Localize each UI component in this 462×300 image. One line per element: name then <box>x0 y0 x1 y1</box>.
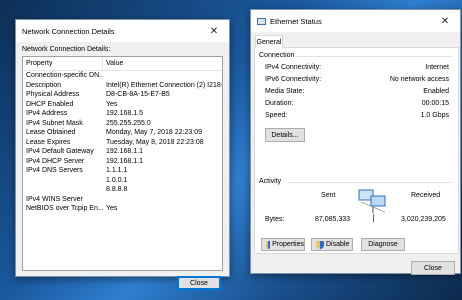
value-cell: Yes <box>106 100 118 108</box>
value-cell: Yes <box>106 205 118 212</box>
value-cell: 192.168.1.5 <box>106 110 143 117</box>
property-cell: IPv4 DNS Servers <box>26 167 83 174</box>
activity-section-title: Activity <box>259 178 282 185</box>
table-row[interactable]: Physical Address D8-CB-8A-15-E7-B5 <box>23 90 222 100</box>
value-cell: Monday, May 7, 2018 22:23:09 <box>106 129 202 136</box>
received-label: Received <box>411 192 441 199</box>
property-cell: Lease Expires <box>26 138 71 146</box>
table-row[interactable]: 8.8.8.8 <box>23 185 222 195</box>
property-cell: IPv4 Address <box>26 110 68 117</box>
ethernet-status-window: Ethernet Status ✕ General Connection IPv… <box>250 9 461 275</box>
property-cell: IPv4 WINS Server <box>26 195 83 203</box>
property-cell: Connection-specific DN... <box>26 72 103 79</box>
close-button[interactable]: Close <box>177 276 221 290</box>
speed-label: Speed: <box>265 112 288 119</box>
table-row[interactable]: 1.0.0.1 <box>23 176 222 186</box>
details-button[interactable]: Details... <box>265 128 305 142</box>
ipv4-connectivity-value: Internet <box>425 64 449 71</box>
ipv4-connectivity-row: IPv4 Connectivity: Internet <box>265 64 449 74</box>
properties-button-label: Properties <box>272 241 304 248</box>
value-cell: 1.1.1.1 <box>106 167 128 174</box>
table-row[interactable]: Lease Expires Tuesday, May 8, 2018 22:23:… <box>23 138 222 148</box>
duration-row: Duration: 00:00:15 <box>265 100 449 110</box>
table-row[interactable]: IPv4 Subnet Mask 255.255.255.0 <box>23 119 222 129</box>
table-row[interactable]: IPv4 WINS Server <box>23 195 222 205</box>
bytes-received-value: 3,020,239,205 <box>401 216 446 223</box>
network-connection-details-window: Network Connection Details ✕ Network Con… <box>15 19 230 290</box>
tab-general[interactable]: General <box>255 35 283 48</box>
property-cell: IPv4 Default Gateway <box>26 148 94 155</box>
table-row[interactable]: Lease Obtained Monday, May 7, 2018 22:23:… <box>23 128 222 138</box>
value-cell: 192.168.1.1 <box>106 157 143 165</box>
column-header-value[interactable]: Value <box>103 57 123 70</box>
ncd-title: Network Connection Details <box>22 26 115 36</box>
ncd-titlebar[interactable]: Network Connection Details ✕ <box>16 20 229 42</box>
bytes-sent-value: 87,085,333 <box>315 216 351 223</box>
details-list[interactable]: Property Value Connection-specific DN...… <box>22 56 223 271</box>
media-state-row: Media State: Enabled <box>265 88 449 98</box>
property-cell: NetBIOS over Tcpip En... <box>26 205 103 212</box>
value-cell <box>103 71 222 81</box>
media-state-value: Enabled <box>423 88 449 95</box>
media-state-label: Media State: <box>265 88 305 95</box>
shield-icon <box>266 240 271 249</box>
property-cell <box>23 185 103 195</box>
value-cell: Tuesday, May 8, 2018 22:23:08 <box>106 138 204 146</box>
property-cell: Lease Obtained <box>26 129 76 136</box>
divider <box>288 182 452 183</box>
close-icon[interactable]: ✕ <box>199 20 229 42</box>
table-row[interactable]: IPv4 DNS Servers 1.1.1.1 <box>23 166 222 176</box>
table-row[interactable]: IPv4 Default Gateway 192.168.1.1 <box>23 147 222 157</box>
table-row[interactable]: Description Intel(R) Ethernet Connection … <box>23 81 222 91</box>
property-cell <box>23 176 103 186</box>
connection-section-title: Connection <box>259 52 295 59</box>
speed-value: 1.0 Gbps <box>420 112 449 119</box>
properties-button[interactable]: Properties <box>261 238 305 251</box>
general-panel: Connection IPv4 Connectivity: Internet I… <box>254 47 459 254</box>
value-cell: 255.255.255.0 <box>106 119 151 127</box>
value-cell: 192.168.1.1 <box>106 148 143 155</box>
property-cell: Description <box>26 81 62 89</box>
bytes-label: Bytes: <box>265 216 285 223</box>
value-cell: Intel(R) Ethernet Connection (2) I218-V <box>106 81 222 89</box>
table-row[interactable]: IPv4 DHCP Server 192.168.1.1 <box>23 157 222 167</box>
value-cell: 1.0.0.1 <box>106 176 128 184</box>
disable-button[interactable]: Disable <box>311 238 353 251</box>
diagnose-button[interactable]: Diagnose <box>361 238 405 251</box>
close-icon[interactable]: ✕ <box>430 10 460 32</box>
divider <box>373 214 374 222</box>
disable-button-label: Disable <box>326 241 350 248</box>
value-cell <box>103 195 222 205</box>
ipv4-connectivity-label: IPv4 Connectivity: <box>265 64 322 71</box>
speed-row: Speed: 1.0 Gbps <box>265 112 449 122</box>
sent-label: Sent <box>321 192 336 199</box>
property-cell: IPv4 Subnet Mask <box>26 119 83 127</box>
duration-value: 00:00:15 <box>421 100 449 107</box>
close-button[interactable]: Close <box>411 261 455 275</box>
column-header-property[interactable]: Property <box>23 57 103 70</box>
ipv6-connectivity-row: IPv6 Connectivity: No network access <box>265 76 449 86</box>
property-cell: Physical Address <box>26 91 80 98</box>
value-cell: 8.8.8.8 <box>106 186 128 193</box>
list-header: Property Value <box>23 57 222 71</box>
shield-icon <box>316 240 324 249</box>
value-cell: D8-CB-8A-15-E7-B5 <box>106 91 170 98</box>
property-cell: DHCP Enabled <box>26 100 74 108</box>
eth-title: Ethernet Status <box>270 16 322 26</box>
table-row[interactable]: DHCP Enabled Yes <box>23 100 222 110</box>
ipv6-connectivity-label: IPv6 Connectivity: <box>265 76 322 83</box>
divider <box>295 56 452 57</box>
network-activity-icon <box>355 188 391 214</box>
network-adapter-icon <box>257 17 266 25</box>
ipv6-connectivity-value: No network access <box>389 76 449 83</box>
details-label: Network Connection Details: <box>22 46 111 53</box>
duration-label: Duration: <box>265 100 294 107</box>
table-row[interactable]: Connection-specific DN... <box>23 71 222 81</box>
table-row[interactable]: NetBIOS over Tcpip En... Yes <box>23 204 222 214</box>
property-cell: IPv4 DHCP Server <box>26 157 85 165</box>
table-row[interactable]: IPv4 Address 192.168.1.5 <box>23 109 222 119</box>
eth-titlebar[interactable]: Ethernet Status ✕ <box>251 10 460 32</box>
